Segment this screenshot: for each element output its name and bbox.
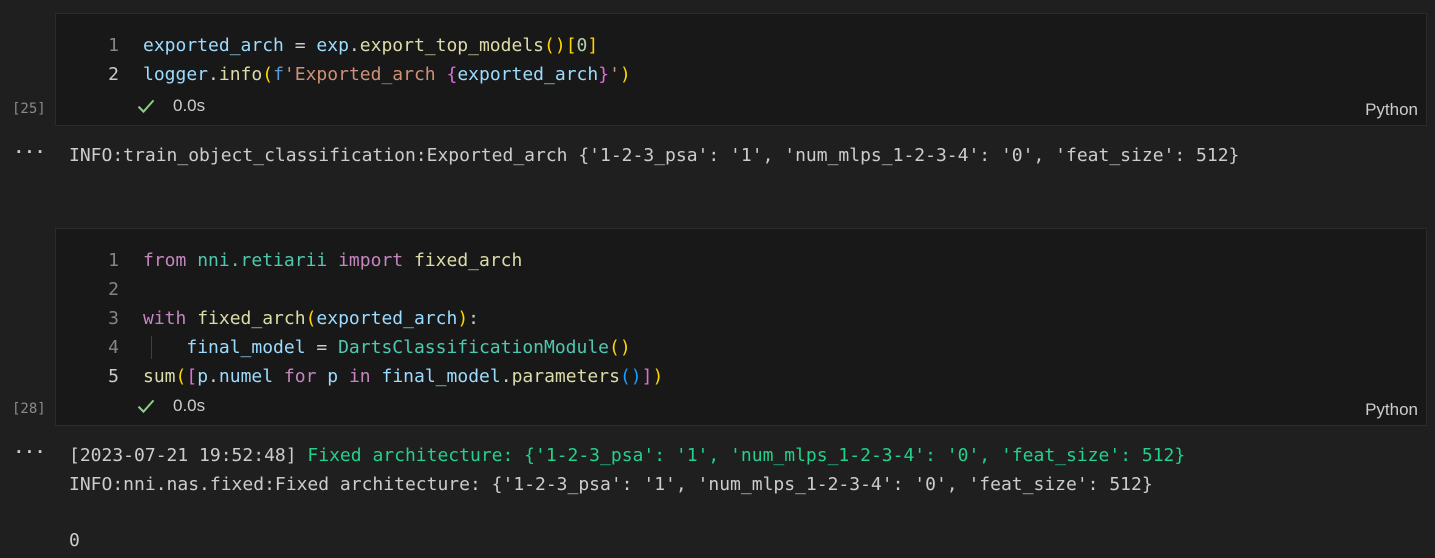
code-token: exported_arch (143, 35, 284, 56)
code-token: p (197, 366, 209, 387)
code-text[interactable]: final_model = DartsClassificationModule(… (143, 333, 631, 362)
code-token: DartsClassificationModule (338, 337, 610, 358)
line-number: 4 (108, 337, 119, 358)
code-token: final_model (381, 366, 501, 387)
check-icon (137, 99, 155, 114)
code-token: } (598, 64, 610, 85)
code-text[interactable]: sum([p.numel for p in final_model.parame… (143, 362, 663, 391)
code-token: final_model (186, 337, 306, 358)
code-token: from (143, 250, 187, 271)
code-token: = (283, 35, 317, 56)
code-cell-2[interactable]: 1 from nni.retiarii import fixed_arch 2 3 wi… (55, 228, 1427, 426)
kernel-language-button[interactable]: Python (1365, 400, 1418, 420)
code-token: export_top_models (359, 35, 544, 56)
code-token: ( (262, 64, 274, 85)
line-number: 2 (108, 64, 119, 85)
code-token: () (544, 35, 566, 56)
code-token: logger (143, 64, 209, 85)
cell-status: 0.0s (136, 96, 205, 116)
line-number: 3 (108, 308, 119, 329)
output-text: 0 (69, 530, 80, 551)
output-text: [2023-07-21 19:52:48] (69, 445, 308, 466)
code-token: p (327, 366, 339, 387)
code-token: sum (143, 366, 176, 387)
code-token: import (338, 250, 404, 271)
code-token: info (218, 64, 263, 85)
cell-status: 0.0s (136, 396, 205, 416)
code-text[interactable]: logger.info(f'Exported_arch {exported_ar… (143, 60, 631, 89)
code-token: with (143, 308, 187, 329)
output-line: INFO:train_object_classification:Exporte… (69, 141, 1239, 170)
code-token: { (446, 64, 458, 85)
code-token: f (273, 64, 284, 85)
code-token: for (283, 366, 317, 387)
code-token: = (305, 337, 339, 358)
code-token: in (348, 366, 371, 387)
code-token: parameters (511, 366, 620, 387)
code-token: ' (609, 64, 620, 85)
output-line: 0 (69, 526, 80, 555)
line-number: 5 (108, 366, 119, 387)
code-token: numel (218, 366, 274, 387)
output-text: INFO:nni.nas.fixed:Fixed architecture: {… (69, 474, 1153, 495)
line-number: 1 (108, 35, 119, 56)
output-line: INFO:nni.nas.fixed:Fixed architecture: {… (69, 470, 1153, 499)
execution-duration: 0.0s (173, 396, 206, 415)
execution-duration: 0.0s (173, 96, 206, 115)
code-token: . (348, 35, 360, 56)
code-token: ( (175, 366, 187, 387)
code-token: ] (641, 366, 653, 387)
code-token: . (208, 64, 219, 85)
code-token: . (500, 366, 512, 387)
execution-count: [28] (12, 401, 46, 417)
code-token: [ (186, 366, 198, 387)
code-token: exported_arch (457, 64, 599, 85)
execution-count: [25] (12, 101, 46, 117)
code-token: 'Exported_arch (283, 64, 447, 85)
code-token: () (619, 366, 642, 387)
kernel-language-button[interactable]: Python (1365, 100, 1418, 120)
check-icon (137, 399, 155, 414)
code-token: exp (316, 35, 349, 56)
code-cell-1[interactable]: 1 exported_arch = exp.export_top_models()… (55, 13, 1427, 126)
code-text[interactable]: from nni.retiarii import fixed_arch (143, 246, 522, 275)
code-token: ( (305, 308, 317, 329)
code-token: ] (587, 35, 599, 56)
line-number: 2 (108, 279, 119, 300)
code-token: : (468, 308, 479, 329)
code-token: ) (652, 366, 664, 387)
code-token: fixed_arch (197, 308, 306, 329)
output-line: [2023-07-21 19:52:48] Fixed architecture… (69, 441, 1185, 470)
output-more-actions-button[interactable]: ··· (14, 442, 46, 461)
code-token: ) (619, 64, 631, 85)
code-token: nni.retiarii (197, 250, 328, 271)
code-token: 0 (576, 35, 588, 56)
code-token: () (609, 337, 631, 358)
line-number: 1 (108, 250, 119, 271)
output-more-actions-button[interactable]: ··· (14, 142, 46, 161)
output-text: Fixed architecture: {'1-2-3_psa': '1', '… (307, 445, 1186, 466)
code-text[interactable]: exported_arch = exp.export_top_models()[… (143, 31, 598, 60)
output-text: INFO:train_object_classification:Exporte… (69, 145, 1240, 166)
code-token: . (208, 366, 219, 387)
code-token: exported_arch (316, 308, 458, 329)
code-token: ) (457, 308, 469, 329)
code-text[interactable]: with fixed_arch(exported_arch): (143, 304, 479, 333)
code-token: [ (565, 35, 577, 56)
code-token: fixed_arch (413, 250, 523, 271)
